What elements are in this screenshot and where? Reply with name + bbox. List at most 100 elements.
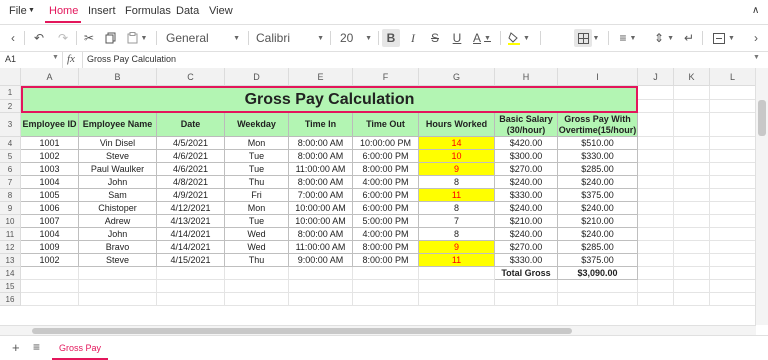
data-cell[interactable]: 4/9/2021 — [157, 189, 225, 202]
grid-cell[interactable] — [674, 137, 710, 150]
sheet-tab-gross-pay[interactable]: Gross Pay — [52, 338, 108, 360]
data-cell[interactable]: $330.00 — [495, 189, 558, 202]
column-header-h[interactable]: H — [495, 68, 558, 86]
grid-cell[interactable] — [674, 176, 710, 189]
row-header-15[interactable]: 15 — [0, 280, 21, 293]
data-cell[interactable]: Steve — [79, 150, 157, 163]
data-cell[interactable]: 10:00:00 AM — [289, 215, 353, 228]
grid-cell[interactable] — [638, 215, 674, 228]
data-cell[interactable]: $285.00 — [558, 163, 638, 176]
toolbar-more-icon[interactable]: › — [750, 29, 762, 47]
grid-cell[interactable] — [638, 267, 674, 280]
data-cell[interactable]: 11 — [419, 189, 495, 202]
total-value[interactable]: $3,090.00 — [558, 267, 638, 280]
column-header-l[interactable]: L — [710, 68, 756, 86]
data-cell[interactable]: $375.00 — [558, 254, 638, 267]
grid-cell[interactable] — [21, 293, 79, 306]
data-cell[interactable]: Paul Waulker — [79, 163, 157, 176]
data-cell[interactable]: 1002 — [21, 150, 79, 163]
vertical-scroll-thumb[interactable] — [758, 100, 766, 136]
grid-cell[interactable] — [674, 150, 710, 163]
row-header-4[interactable]: 4 — [0, 137, 21, 150]
grid-cell[interactable] — [710, 100, 756, 113]
data-cell[interactable]: 11:00:00 AM — [289, 241, 353, 254]
data-cell[interactable]: 4:00:00 PM — [353, 176, 419, 189]
data-cell[interactable]: 8:00:00 PM — [353, 254, 419, 267]
data-cell[interactable]: John — [79, 176, 157, 189]
column-header-c[interactable]: C — [157, 68, 225, 86]
grid-cell[interactable] — [710, 86, 756, 100]
data-cell[interactable]: 6:00:00 PM — [353, 202, 419, 215]
grid-cell[interactable] — [710, 202, 756, 215]
data-cell[interactable]: 6:00:00 PM — [353, 150, 419, 163]
data-cell[interactable]: $240.00 — [558, 228, 638, 241]
vertical-align-icon[interactable]: ⇕ ▼ — [652, 29, 676, 47]
row-header-5[interactable]: 5 — [0, 150, 21, 163]
data-cell[interactable]: Tue — [225, 215, 289, 228]
undo-icon[interactable]: ↶ — [32, 29, 46, 47]
horizontal-scroll-thumb[interactable] — [32, 328, 572, 334]
data-cell[interactable]: Tue — [225, 150, 289, 163]
row-header-9[interactable]: 9 — [0, 202, 21, 215]
grid-cell[interactable] — [674, 202, 710, 215]
grid-cell[interactable] — [79, 293, 157, 306]
grid-cell[interactable] — [638, 202, 674, 215]
data-cell[interactable]: $270.00 — [495, 241, 558, 254]
function-icon[interactable]: fx — [67, 53, 75, 65]
grid-cell[interactable] — [674, 254, 710, 267]
column-header-d[interactable]: D — [225, 68, 289, 86]
grid-cell[interactable] — [79, 280, 157, 293]
scroll-left-icon[interactable]: ‹ — [6, 29, 20, 47]
data-cell[interactable]: 11 — [419, 254, 495, 267]
redo-icon[interactable]: ↷ — [56, 29, 70, 47]
data-cell[interactable]: Thu — [225, 176, 289, 189]
data-cell[interactable]: 4/13/2021 — [157, 215, 225, 228]
data-cell[interactable]: $285.00 — [558, 241, 638, 254]
number-format-dropdown[interactable]: General ▼ — [166, 29, 240, 47]
align-left-icon[interactable]: ≡ ▼ — [616, 29, 640, 47]
data-cell[interactable]: Chistoper — [79, 202, 157, 215]
data-cell[interactable]: Adrew — [79, 215, 157, 228]
data-cell[interactable]: 1002 — [21, 254, 79, 267]
column-header-b[interactable]: B — [79, 68, 157, 86]
data-cell[interactable]: 11:00:00 AM — [289, 163, 353, 176]
data-cell[interactable]: Wed — [225, 228, 289, 241]
grid-cell[interactable] — [638, 100, 674, 113]
fill-color-button[interactable]: ▼ — [506, 29, 532, 47]
grid-cell[interactable] — [638, 280, 674, 293]
data-cell[interactable]: $300.00 — [495, 150, 558, 163]
data-cell[interactable]: Vin Disel — [79, 137, 157, 150]
data-cell[interactable]: 8 — [419, 176, 495, 189]
data-cell[interactable]: Bravo — [79, 241, 157, 254]
grid-cell[interactable] — [419, 280, 495, 293]
grid-cell[interactable] — [638, 241, 674, 254]
row-header-13[interactable]: 13 — [0, 254, 21, 267]
grid-cell[interactable] — [674, 86, 710, 100]
data-cell[interactable]: 8:00:00 AM — [289, 150, 353, 163]
total-label[interactable]: Total Gross — [495, 267, 558, 280]
grid-cell[interactable] — [710, 137, 756, 150]
data-cell[interactable]: $375.00 — [558, 189, 638, 202]
data-cell[interactable]: $270.00 — [495, 163, 558, 176]
grid-cell[interactable] — [157, 267, 225, 280]
grid-cell[interactable] — [157, 280, 225, 293]
data-cell[interactable]: 4/12/2021 — [157, 202, 225, 215]
column-header-f[interactable]: F — [353, 68, 419, 86]
row-header-2[interactable]: 2 — [0, 100, 21, 113]
font-size-dropdown[interactable]: 20 ▼ — [340, 29, 372, 47]
grid-cell[interactable] — [225, 280, 289, 293]
grid-cell[interactable] — [638, 86, 674, 100]
column-header-k[interactable]: K — [674, 68, 710, 86]
spreadsheet-grid[interactable]: A B C D E F G H I J K L 1 2 3 4 5 6 7 8 9 10 11 12 13 14 15 16 Gross… — [0, 68, 768, 325]
data-cell[interactable]: $210.00 — [495, 215, 558, 228]
grid-cell[interactable] — [79, 267, 157, 280]
data-cell[interactable]: 4/15/2021 — [157, 254, 225, 267]
grid-cell[interactable] — [638, 150, 674, 163]
data-cell[interactable]: 8 — [419, 228, 495, 241]
data-cell[interactable]: 4/5/2021 — [157, 137, 225, 150]
data-cell[interactable]: 9:00:00 AM — [289, 254, 353, 267]
cut-icon[interactable]: ✂ — [82, 29, 96, 47]
grid-cell[interactable] — [710, 150, 756, 163]
data-cell[interactable]: 4/8/2021 — [157, 176, 225, 189]
grid-cell[interactable] — [638, 189, 674, 202]
